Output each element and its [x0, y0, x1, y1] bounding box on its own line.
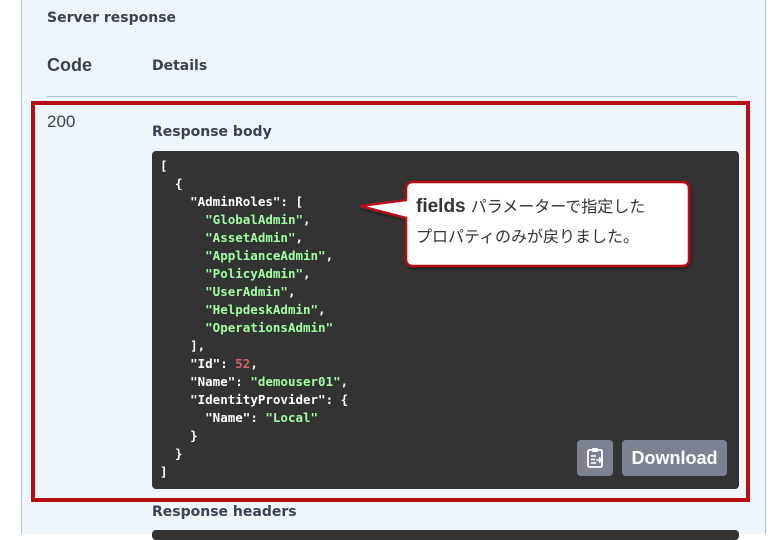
server-response-title: Server response [47, 10, 177, 26]
column-header-details: Details [152, 58, 208, 74]
json-key-admin-roles: "AdminRoles" [190, 194, 281, 209]
json-key-id: "Id" [190, 356, 221, 371]
json-name-value: "demouser01" [250, 374, 341, 389]
json-role: "OperationsAdmin" [205, 320, 334, 335]
download-button[interactable]: Download [622, 440, 727, 476]
json-role: "HelpdeskAdmin" [205, 302, 319, 317]
json-key-identity-provider: "IdentityProvider" [190, 392, 326, 407]
callout-line-2: プロパティのみが戻りました。 [416, 227, 640, 246]
json-id-value: 52 [235, 356, 251, 371]
json-key-name: "Name" [190, 374, 236, 389]
header-divider [47, 96, 737, 97]
response-headers-code-block [152, 530, 739, 540]
json-ip-name-value: "Local" [265, 410, 319, 425]
callout-keyword: fields [416, 196, 466, 217]
response-body-json: [ { "AdminRoles": [ "GlobalAdmin", "Asse… [160, 158, 349, 479]
column-header-code: Code [47, 55, 92, 75]
json-role: "PolicyAdmin" [205, 266, 303, 281]
callout-text: fields パラメーターで指定した プロパティのみが戻りました。 [416, 192, 686, 252]
callout-line-1: パラメーターで指定した [470, 197, 646, 216]
response-body-label: Response body [152, 124, 272, 140]
json-key-ip-name: "Name" [205, 410, 251, 425]
status-code: 200 [47, 112, 76, 131]
response-headers-label: Response headers [152, 504, 297, 520]
json-role: "GlobalAdmin" [205, 212, 303, 227]
copy-to-clipboard-button[interactable] [577, 440, 613, 476]
callout-annotation: fields パラメーターで指定した プロパティのみが戻りました。 [356, 178, 694, 270]
json-role: "AssetAdmin" [205, 230, 296, 245]
json-role: "UserAdmin" [205, 284, 288, 299]
clipboard-copy-icon [587, 448, 603, 468]
json-role: "ApplianceAdmin" [205, 248, 326, 263]
